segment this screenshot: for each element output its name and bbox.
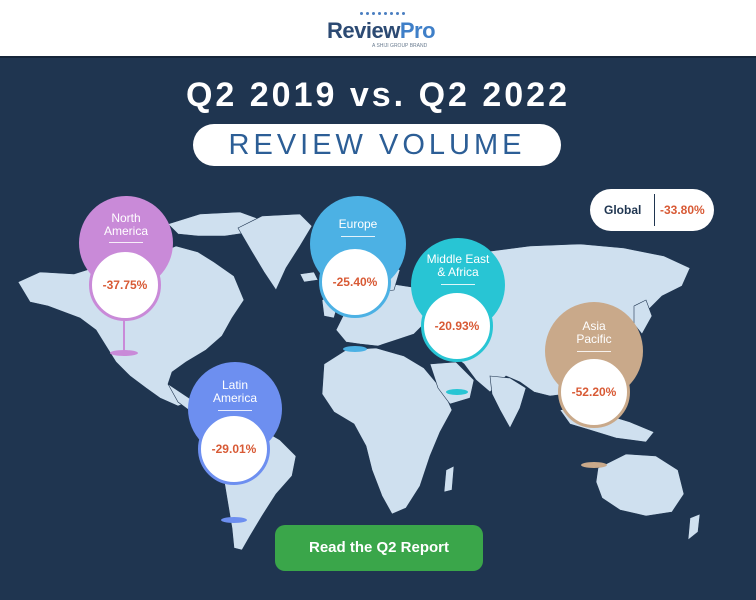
global-value: -33.80%: [660, 203, 705, 217]
region-asia-pacific-value: -52.20%: [571, 385, 617, 399]
region-europe-rule: [341, 236, 375, 237]
asia-pacific-pin-base: [581, 462, 607, 468]
title: Q2 2019 vs. Q2 2022: [185, 76, 571, 114]
region-latin-america-name-line2: America: [212, 391, 257, 405]
region-europe-name-line1: Europe: [338, 217, 378, 231]
region-north-america-rule: [109, 242, 143, 243]
map-iceland: [299, 271, 319, 283]
region-asia-pacific-name-line2: Pacific: [576, 332, 612, 346]
global-label: Global: [604, 203, 642, 217]
region-latin-america-rule: [218, 410, 252, 411]
map-greenland: [237, 213, 313, 291]
region-europe-value-badge: -25.40%: [319, 246, 391, 318]
north-america-pin-base: [110, 350, 138, 356]
europe-pin-base: [343, 346, 367, 352]
global-separator: [654, 194, 655, 226]
region-north-america-value: -37.75%: [102, 278, 148, 292]
region-middle-east-africa-rule: [441, 284, 475, 285]
map-madagascar: [443, 465, 455, 493]
region-north-america-value-badge: -37.75%: [89, 249, 161, 321]
region-middle-east-africa-value-badge: -20.93%: [421, 290, 493, 362]
region-middle-east-africa-value: -20.93%: [434, 319, 480, 333]
subtitle-pill: REVIEW VOLUME: [193, 124, 561, 166]
map-india: [489, 375, 527, 429]
latin-america-pin-base: [221, 517, 247, 523]
region-middle-east-africa-name-line2: & Africa: [437, 265, 479, 279]
region-latin-america-value-badge: -29.01%: [198, 413, 270, 485]
middle-east-pin-base: [446, 389, 468, 395]
region-asia-pacific-value-badge: -52.20%: [558, 356, 630, 428]
map-new-zealand: [687, 513, 701, 541]
region-north-america-name-line2: America: [103, 224, 148, 238]
map-australia: [595, 453, 685, 517]
read-report-button[interactable]: Read the Q2 Report: [275, 525, 483, 571]
region-latin-america-value: -29.01%: [211, 442, 257, 456]
map-africa: [321, 347, 453, 515]
region-asia-pacific-rule: [577, 351, 611, 352]
global-pill: Global -33.80%: [590, 189, 714, 231]
region-europe-value: -25.40%: [332, 275, 378, 289]
